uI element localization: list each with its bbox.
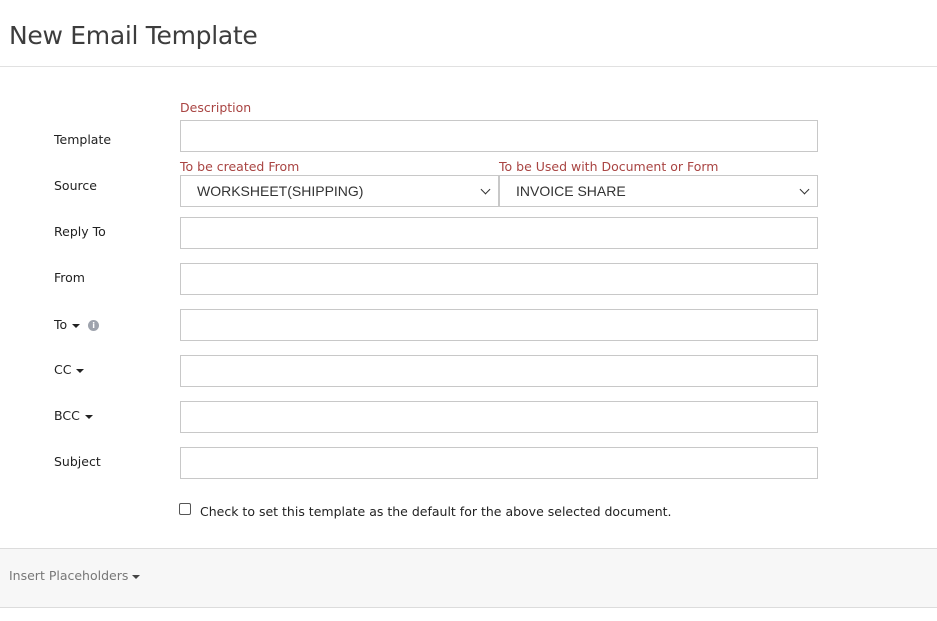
- caret-down-icon: [72, 323, 81, 328]
- default-template-checkbox[interactable]: [179, 503, 191, 515]
- used-with-select[interactable]: INVOICE SHARE: [499, 175, 818, 207]
- to-label-text: To: [54, 317, 68, 332]
- created-from-selected-value: WORKSHEET(SHIPPING): [197, 183, 364, 199]
- source-label: Source: [54, 178, 97, 193]
- page-header: New Email Template: [0, 0, 937, 67]
- cc-input[interactable]: [180, 355, 818, 387]
- subject-input[interactable]: [180, 447, 818, 479]
- insert-placeholders-label: Insert Placeholders: [9, 568, 129, 583]
- bcc-input[interactable]: [180, 401, 818, 433]
- from-input[interactable]: [180, 263, 818, 295]
- caret-down-icon: [84, 414, 93, 419]
- insert-placeholders-bar: Insert Placeholders: [0, 548, 937, 608]
- template-label: Template: [54, 132, 112, 147]
- description-sublabel: Description: [180, 100, 252, 115]
- template-description-input[interactable]: [180, 120, 818, 152]
- to-input[interactable]: [180, 309, 818, 341]
- bcc-label-text: BCC: [54, 408, 80, 423]
- created-from-select[interactable]: WORKSHEET(SHIPPING): [180, 175, 499, 207]
- cc-label-text: CC: [54, 362, 72, 377]
- used-with-sublabel: To be Used with Document or Form: [499, 159, 719, 174]
- caret-down-icon: [132, 574, 141, 579]
- info-icon[interactable]: i: [88, 320, 100, 331]
- to-label[interactable]: To i: [54, 317, 100, 332]
- subject-label: Subject: [54, 454, 101, 469]
- insert-placeholders-toggle[interactable]: Insert Placeholders: [9, 568, 141, 583]
- used-with-selected-value: INVOICE SHARE: [516, 183, 626, 199]
- reply-to-label: Reply To: [54, 224, 106, 239]
- caret-down-icon: [76, 368, 85, 373]
- from-label: From: [54, 270, 85, 285]
- page-title: New Email Template: [9, 21, 258, 50]
- default-template-checkbox-label[interactable]: Check to set this template as the defaul…: [200, 504, 672, 519]
- cc-label[interactable]: CC: [54, 362, 85, 377]
- created-from-sublabel: To be created From: [180, 159, 300, 174]
- chevron-down-icon: [480, 184, 491, 195]
- reply-to-input[interactable]: [180, 217, 818, 249]
- chevron-down-icon: [799, 184, 810, 195]
- bcc-label[interactable]: BCC: [54, 408, 93, 423]
